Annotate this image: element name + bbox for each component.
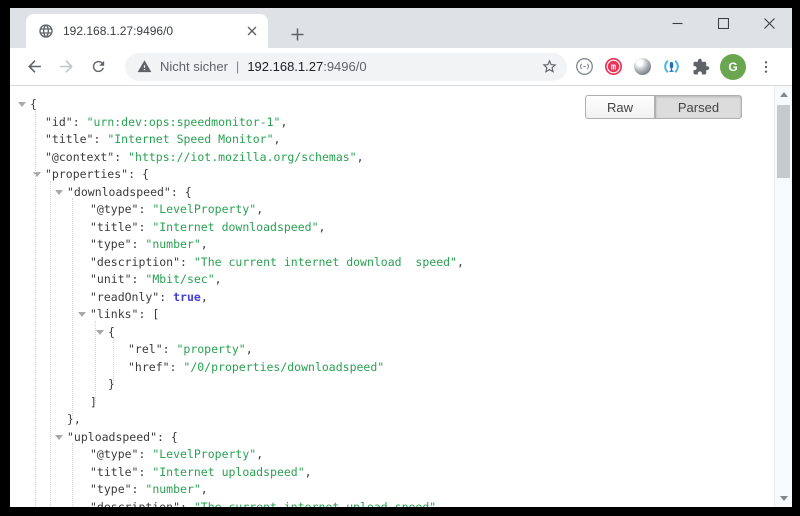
bookmark-star-icon[interactable] [541, 58, 558, 75]
window-close-button[interactable] [746, 8, 792, 38]
menu-kebab-icon[interactable] [751, 53, 780, 81]
indent-guide [72, 443, 73, 507]
reload-button[interactable] [85, 54, 111, 80]
browser-tab[interactable]: 192.168.1.27:9496/0 [26, 14, 268, 48]
indent-guide [50, 181, 51, 508]
json-line: "rel": "property", [10, 341, 775, 359]
scrollbar-up-arrow-icon[interactable] [775, 87, 792, 102]
window-maximize-button[interactable] [700, 8, 746, 38]
url-host[interactable]: 192.168.1.27 [247, 59, 323, 74]
collapse-toggle-icon[interactable] [18, 102, 26, 107]
json-line: "readOnly": true, [10, 289, 775, 307]
puzzle-extensions-icon[interactable] [686, 53, 715, 81]
dial-extension-icon[interactable] [570, 53, 599, 81]
json-line: "title": "Internet uploadspeed", [10, 464, 775, 482]
browser-window: 192.168.1.27:9496/0 [10, 8, 792, 507]
warning-triangle-icon [137, 59, 152, 74]
json-line: "properties": { [10, 166, 775, 184]
extensions-area: m G [570, 53, 784, 81]
json-line: "@context": "https://iot.mozilla.org/sch… [10, 149, 775, 167]
page-content: {"id": "urn:dev:ops:speedmonitor-1","tit… [10, 86, 792, 507]
json-line: "type": "number", [10, 481, 775, 499]
json-line: "uploadspeed": { [10, 429, 775, 447]
broadcast-extension-icon[interactable] [657, 53, 686, 81]
browser-toolbar: Nicht sicher | 192.168.1.27:9496/0 m G [10, 48, 792, 86]
tab-strip: 192.168.1.27:9496/0 [10, 8, 792, 48]
back-button[interactable] [21, 54, 47, 80]
json-line: "href": "/0/properties/downloadspeed" [10, 359, 775, 377]
scrollbar-down-arrow-icon[interactable] [775, 491, 792, 506]
screenshot-root: { "browser": { "tab": { "title": "192.16… [0, 0, 800, 516]
json-line: "@type": "LevelProperty", [10, 201, 775, 219]
address-bar[interactable]: Nicht sicher | 192.168.1.27:9496/0 [125, 53, 567, 81]
window-minimize-button[interactable] [654, 8, 700, 38]
json-line: "unit": "Mbit/sec", [10, 271, 775, 289]
indent-guide [113, 338, 114, 385]
forward-button[interactable] [53, 54, 79, 80]
json-line: } [10, 376, 775, 394]
json-line: "title": "Internet Speed Monitor", [10, 131, 775, 149]
json-tree: {"id": "urn:dev:ops:speedmonitor-1","tit… [10, 86, 775, 507]
indent-guide [72, 198, 73, 420]
raw-button[interactable]: Raw [585, 95, 655, 119]
scrollbar-thumb[interactable] [777, 105, 790, 178]
collapse-toggle-icon[interactable] [96, 330, 104, 335]
mozilla-iot-extension-icon[interactable]: m [599, 53, 628, 81]
collapse-toggle-icon[interactable] [55, 435, 63, 440]
new-tab-button[interactable] [284, 21, 310, 47]
json-line: "@type": "LevelProperty", [10, 446, 775, 464]
collapse-toggle-icon[interactable] [78, 312, 86, 317]
profile-avatar[interactable]: G [720, 54, 746, 80]
json-line: { [10, 324, 775, 342]
vertical-scrollbar[interactable] [774, 86, 792, 507]
indent-guide [95, 321, 96, 403]
svg-text:m: m [611, 62, 616, 72]
json-line: }, [10, 411, 775, 429]
collapse-toggle-icon[interactable] [55, 190, 63, 195]
json-line: "description": "The current internet upl… [10, 499, 775, 508]
parsed-button[interactable]: Parsed [655, 95, 742, 119]
tab-close-icon[interactable] [243, 23, 260, 40]
indent-guide [35, 111, 36, 508]
globe-favicon-icon [38, 23, 54, 39]
security-label[interactable]: Nicht sicher [160, 59, 228, 74]
url-path[interactable]: :9496/0 [323, 59, 366, 74]
window-controls [654, 8, 792, 38]
view-toggle: Raw Parsed [585, 95, 742, 119]
tab-title: 192.168.1.27:9496/0 [63, 24, 243, 38]
url-separator: | [236, 59, 239, 74]
json-line: "title": "Internet downloadspeed", [10, 219, 775, 237]
json-line: "links": [ [10, 306, 775, 324]
json-line: "description": "The current internet dow… [10, 254, 775, 272]
sphere-extension-icon[interactable] [628, 53, 657, 81]
json-line: ] [10, 394, 775, 412]
json-line: "type": "number", [10, 236, 775, 254]
json-line: "downloadspeed": { [10, 184, 775, 202]
